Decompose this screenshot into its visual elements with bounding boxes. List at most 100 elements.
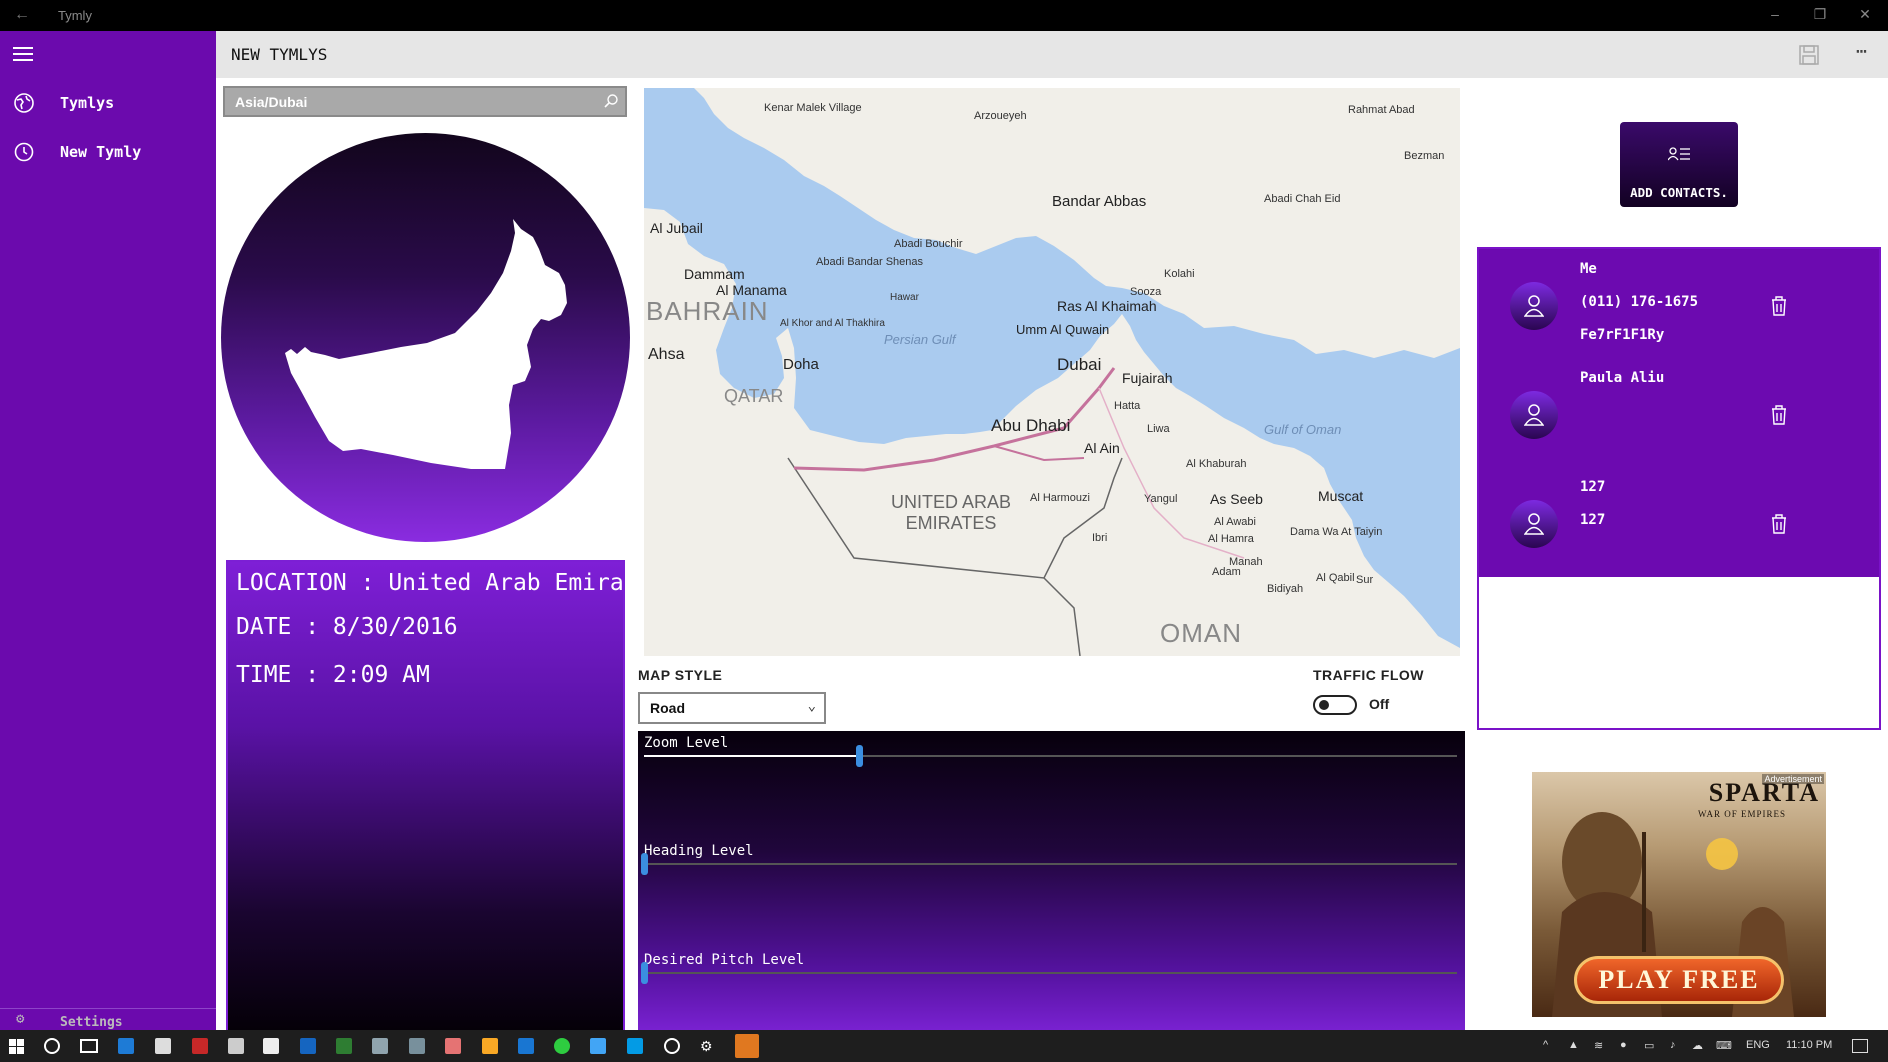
- app-icon[interactable]: [518, 1038, 534, 1054]
- timezone-search-box[interactable]: [223, 86, 627, 117]
- person-icon: [1524, 513, 1544, 535]
- language-indicator[interactable]: ENG: [1746, 1039, 1770, 1051]
- pitch-level-slider[interactable]: [644, 972, 1457, 974]
- map-label: Al Awabi: [1214, 516, 1256, 528]
- settings-gear-icon[interactable]: ⚙: [700, 1038, 716, 1054]
- window-title: Tymly: [58, 8, 92, 23]
- file-explorer-icon[interactable]: [482, 1038, 498, 1054]
- add-contacts-button[interactable]: ADD CONTACTS.: [1620, 122, 1738, 207]
- onedrive-icon[interactable]: ☁: [1692, 1039, 1703, 1052]
- minimize-button[interactable]: –: [1755, 6, 1795, 22]
- skype-icon[interactable]: [627, 1038, 643, 1054]
- back-arrow-icon[interactable]: ←: [14, 6, 30, 24]
- whatsapp-icon[interactable]: [554, 1038, 570, 1054]
- map-label: Rahmat Abad: [1348, 104, 1415, 116]
- store-icon[interactable]: [155, 1038, 171, 1054]
- settings-label: Settings: [60, 1015, 123, 1030]
- heading-level-slider[interactable]: [644, 863, 1457, 865]
- task-view-icon[interactable]: [80, 1039, 98, 1053]
- volume-icon[interactable]: ♪: [1670, 1039, 1676, 1051]
- photos-icon[interactable]: [409, 1038, 425, 1054]
- play-free-button[interactable]: PLAY FREE: [1574, 956, 1784, 1004]
- app-icon[interactable]: [590, 1038, 606, 1054]
- location-text: LOCATION : United Arab Emirates: [236, 570, 625, 596]
- pitch-slider-thumb[interactable]: [641, 962, 648, 984]
- contact-phone: (011) 176-1675: [1580, 294, 1699, 310]
- delete-icon[interactable]: [1770, 296, 1788, 316]
- map-label: Ras Al Khaimah: [1057, 298, 1157, 314]
- wifi-icon[interactable]: ≋: [1594, 1039, 1603, 1052]
- nav-item-tymlys[interactable]: Tymlys: [0, 83, 216, 123]
- toggle-knob: [1319, 700, 1329, 710]
- date-text: DATE : 8/30/2016: [236, 614, 458, 640]
- cortana-icon[interactable]: [44, 1038, 60, 1054]
- contact-phone: 127: [1580, 512, 1606, 528]
- edge-icon[interactable]: [118, 1038, 134, 1054]
- restore-button[interactable]: ❐: [1800, 6, 1840, 23]
- map-label: Arzoueyeh: [974, 110, 1027, 122]
- windows-start-icon[interactable]: [9, 1039, 24, 1054]
- map-style-dropdown[interactable]: Road ⌄: [638, 692, 826, 724]
- delete-icon[interactable]: [1770, 514, 1788, 534]
- map-control[interactable]: BAHRAIN QATAR Persian Gulf Gulf of Oman …: [644, 88, 1460, 656]
- mail-icon[interactable]: [263, 1038, 279, 1054]
- map-label: Dammam: [684, 266, 745, 282]
- contact-item[interactable]: 127 127: [1479, 467, 1879, 575]
- person-icon: [1524, 295, 1544, 317]
- chevron-down-icon: ⌄: [807, 698, 816, 714]
- zoom-slider-thumb[interactable]: [856, 745, 864, 767]
- delete-icon[interactable]: [1770, 405, 1788, 425]
- map-label: Hatta: [1114, 400, 1141, 412]
- contact-list-icon: [1668, 147, 1690, 161]
- map-label: Sur: [1356, 574, 1374, 586]
- map-label: Bidiyah: [1267, 583, 1304, 595]
- action-center-icon[interactable]: [1852, 1039, 1868, 1053]
- contact-detail: Fe7rF1F1Ry: [1580, 327, 1665, 343]
- map-label: Al Jubail: [650, 220, 703, 236]
- map-label: Persian Gulf: [884, 332, 956, 347]
- keyboard-icon[interactable]: ⌨: [1716, 1039, 1732, 1052]
- ad-subtitle: WAR OF EMPIRES: [1697, 809, 1786, 819]
- clock-text[interactable]: 11:10 PM: [1786, 1039, 1832, 1051]
- traffic-flow-state: Off: [1369, 696, 1390, 712]
- app-icon[interactable]: [445, 1038, 461, 1054]
- close-button[interactable]: ✕: [1845, 6, 1885, 23]
- taskbar: ⚙ ^ ▲ ≋ ● ▭ ♪ ☁ ⌨ ENG 11:10 PM: [0, 1030, 1888, 1062]
- calculator-icon[interactable]: [228, 1038, 244, 1054]
- map-label: Liwa: [1147, 423, 1170, 435]
- advertisement-banner[interactable]: SPARTA WAR OF EMPIRES Advertisement PLAY…: [1532, 772, 1826, 1017]
- map-label: Bezman: [1404, 150, 1445, 162]
- contact-item[interactable]: Me (011) 176-1675 Fe7rF1F1Ry: [1479, 249, 1879, 357]
- gear-icon: ⚙: [16, 1011, 25, 1027]
- location-info-card: LOCATION : United Arab Emirates DATE : 8…: [226, 560, 625, 1032]
- map-label: Kolahi: [1164, 268, 1195, 280]
- map-label: Kenar Malek Village: [764, 102, 862, 114]
- word-icon[interactable]: [300, 1038, 316, 1054]
- save-icon[interactable]: [1798, 44, 1820, 66]
- person-icon: [1524, 404, 1544, 426]
- hamburger-menu-icon[interactable]: [13, 47, 33, 61]
- nav-item-new-tymly[interactable]: New Tymly: [0, 132, 216, 172]
- map-land: [644, 88, 1460, 656]
- network-icon[interactable]: ▲: [1568, 1039, 1579, 1051]
- chevron-up-icon[interactable]: ^: [1543, 1039, 1548, 1051]
- map-label: OMAN: [1160, 618, 1242, 648]
- contact-item[interactable]: Paula Aliu: [1479, 358, 1879, 466]
- time-text: TIME : 2:09 AM: [236, 662, 430, 688]
- app-icon[interactable]: [372, 1038, 388, 1054]
- excel-icon[interactable]: [336, 1038, 352, 1054]
- search-icon[interactable]: [603, 93, 619, 109]
- heading-slider-thumb[interactable]: [641, 853, 648, 875]
- battery-icon[interactable]: ▭: [1644, 1039, 1654, 1052]
- ad-tag: Advertisement: [1762, 774, 1824, 784]
- chrome-icon[interactable]: ●: [1620, 1039, 1627, 1051]
- map-label: Umm Al Quwain: [1016, 322, 1110, 337]
- groove-icon[interactable]: [664, 1038, 680, 1054]
- timezone-search-input[interactable]: [235, 92, 595, 112]
- more-options-icon[interactable]: ⋯: [1856, 41, 1867, 62]
- traffic-flow-toggle[interactable]: [1313, 695, 1357, 715]
- map-label: Abadi Bouchir: [894, 238, 963, 250]
- app-icon[interactable]: [192, 1038, 208, 1054]
- zoom-level-slider[interactable]: [644, 755, 1457, 757]
- tymly-app-icon[interactable]: [735, 1034, 759, 1058]
